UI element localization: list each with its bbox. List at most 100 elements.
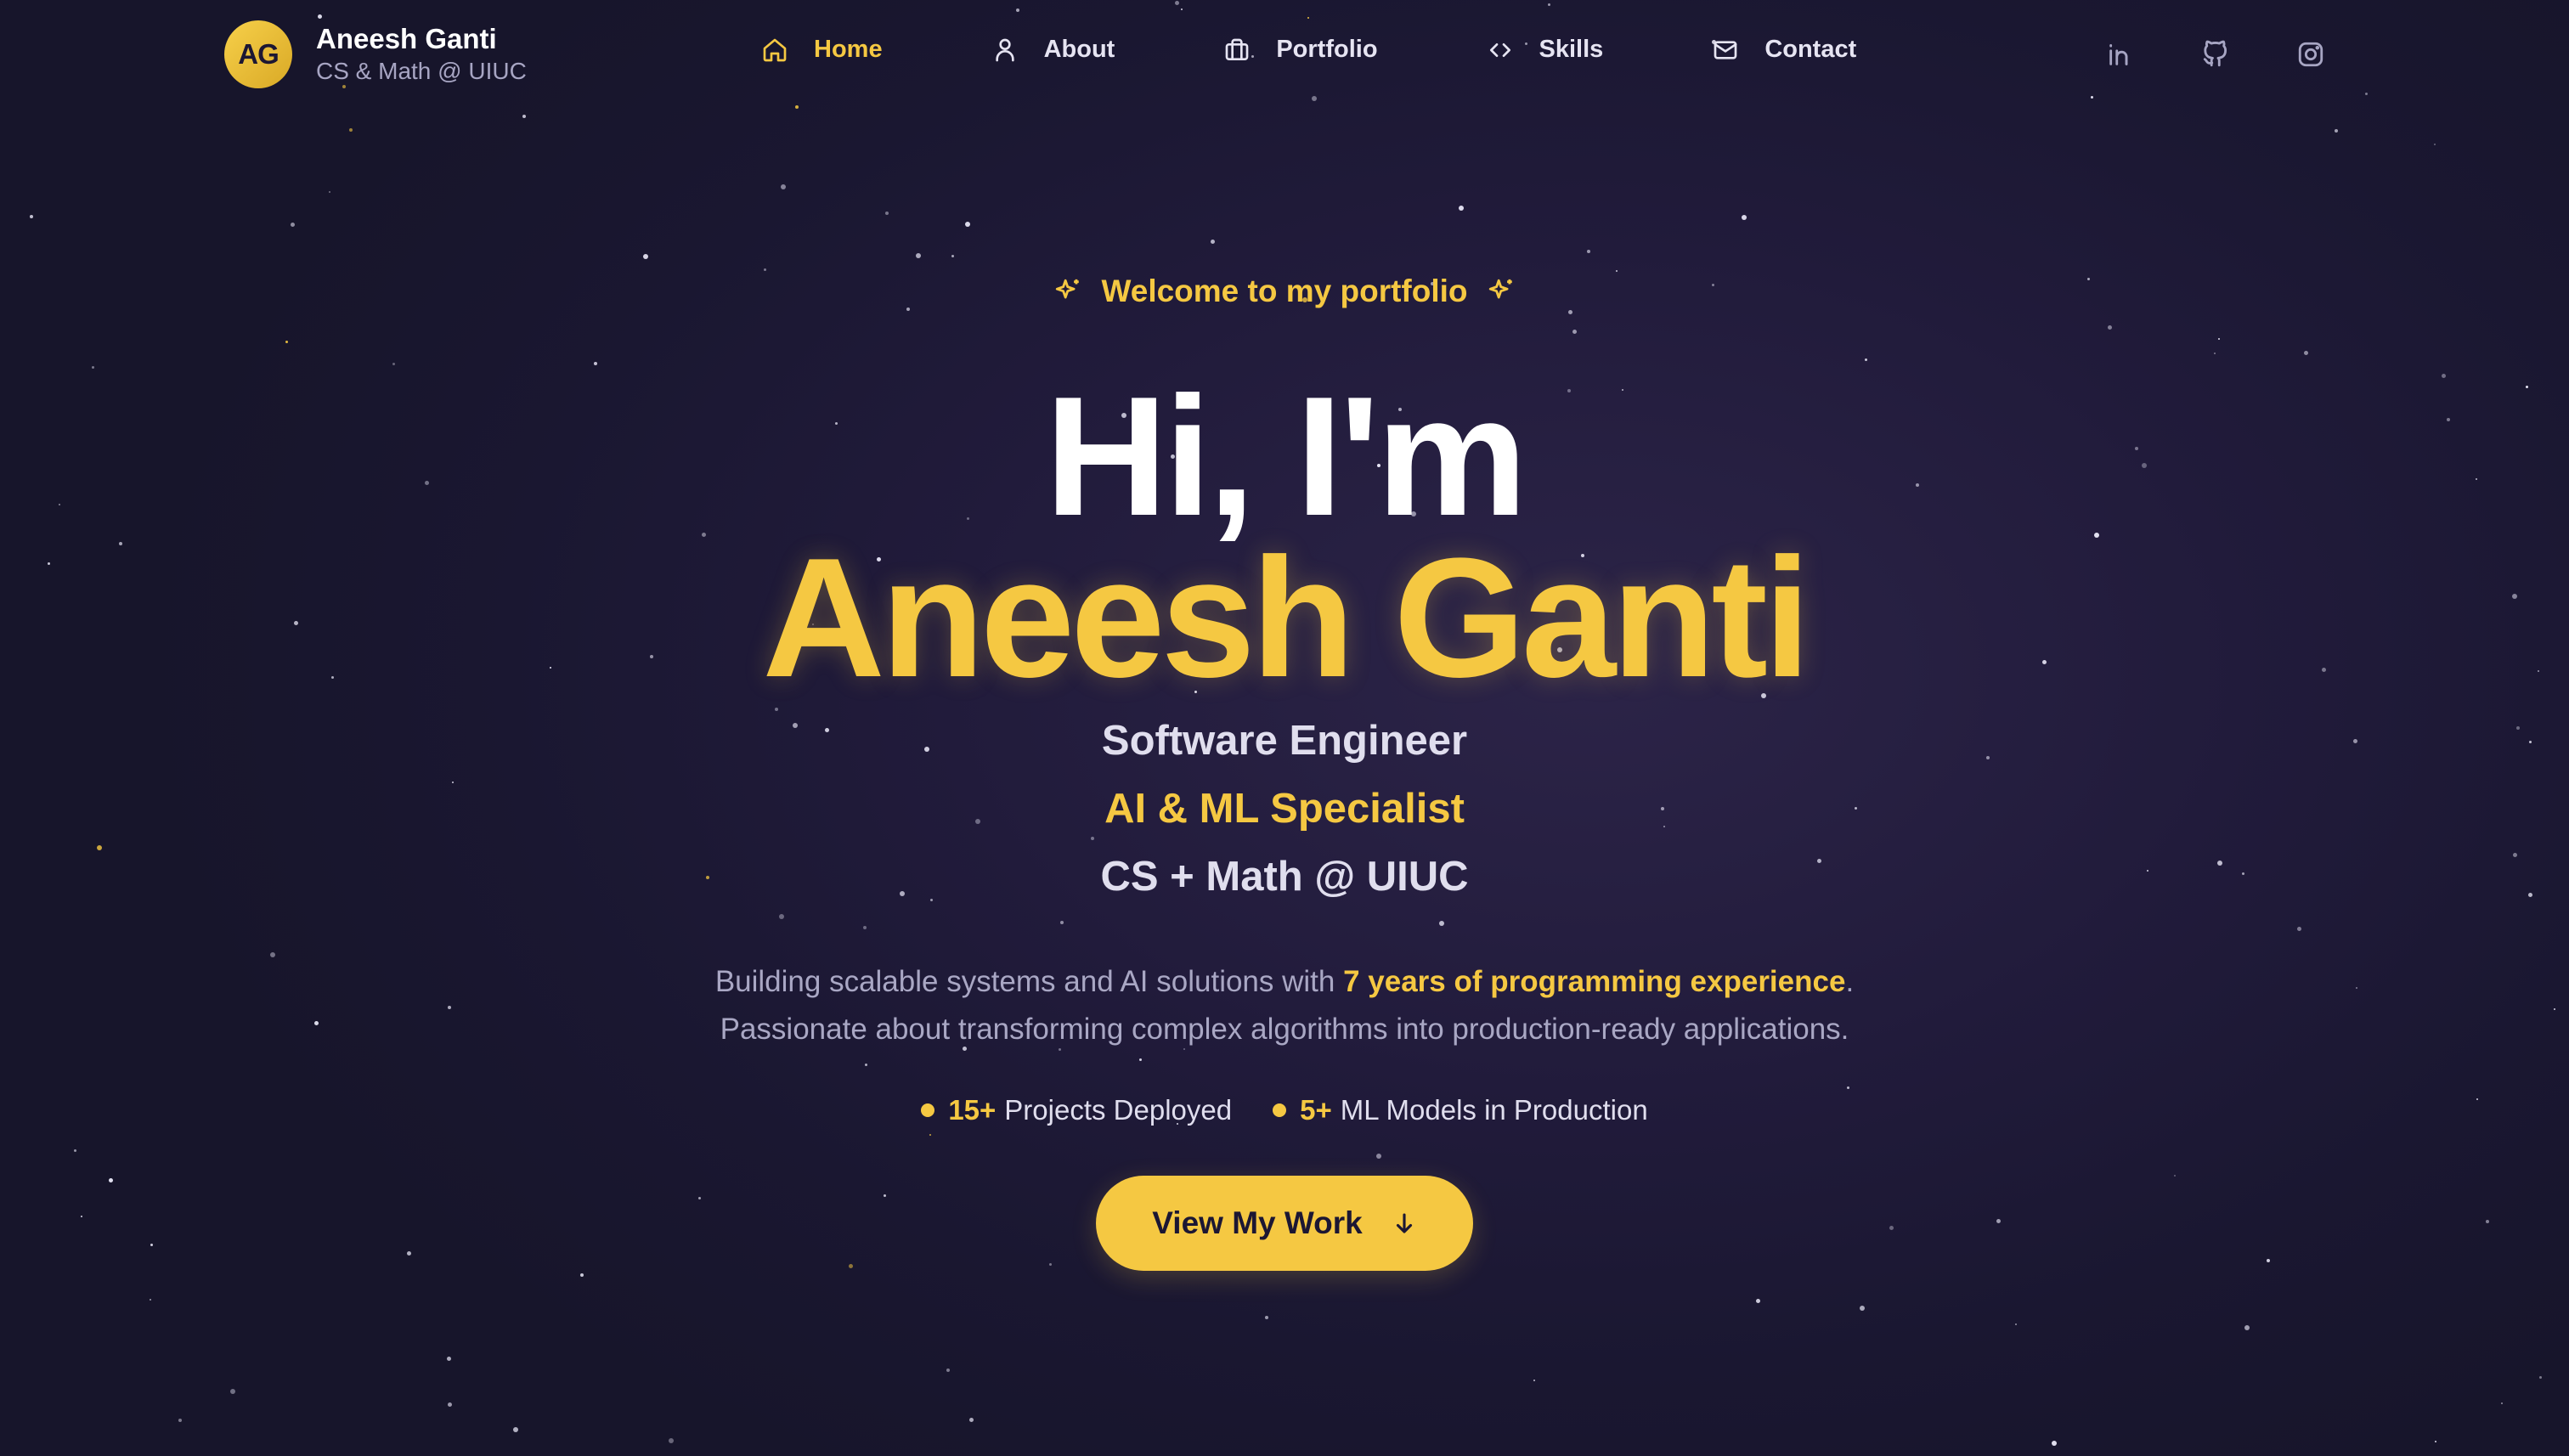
star-dot <box>329 191 330 193</box>
star-dot <box>2434 144 2436 145</box>
star-dot <box>2218 338 2220 340</box>
brand-subtitle: CS & Math @ UIUC <box>316 58 527 84</box>
star-dot <box>230 1389 235 1394</box>
nav-item-portfolio[interactable]: Portfolio <box>1223 36 1378 64</box>
star-dot <box>291 223 295 227</box>
star-dot <box>1049 1263 1052 1266</box>
stat-number: 15+ <box>948 1094 997 1126</box>
star-dot <box>863 926 867 929</box>
star-dot <box>2435 1441 2436 1442</box>
star-dot <box>1865 358 1867 361</box>
mail-icon <box>1712 37 1739 64</box>
avatar: AG <box>224 20 292 88</box>
star-dot <box>2335 129 2338 133</box>
star-dot <box>1756 1299 1760 1303</box>
home-icon <box>761 37 788 64</box>
star-dot <box>513 1427 518 1432</box>
star-dot <box>929 1134 931 1136</box>
star-dot <box>97 845 102 850</box>
star-dot <box>2214 353 2216 354</box>
stat-ml-models: 5+ ML Models in Production <box>1273 1094 1648 1126</box>
star-dot <box>2486 1220 2489 1223</box>
brand-name: Aneesh Ganti <box>316 23 497 54</box>
navbar: AG Aneesh Ganti CS & Math @ UIUC Home Ab… <box>0 0 2569 109</box>
nav-label-home: Home <box>814 36 883 63</box>
nav-label-contact: Contact <box>1764 36 1857 63</box>
star-dot <box>1091 837 1094 840</box>
star-dot <box>447 1357 451 1361</box>
description-text: Building scalable systems and AI solutio… <box>714 965 1344 998</box>
nav-links: Home About Portfolio Skills Contact <box>761 36 1856 64</box>
star-dot <box>1572 330 1577 334</box>
stat-number: 5+ <box>1300 1094 1332 1126</box>
star-dot <box>1139 1058 1142 1061</box>
star-dot <box>2539 1376 2542 1379</box>
star-dot <box>669 1438 674 1443</box>
sparkle-icon <box>1488 279 1512 299</box>
star-dot <box>643 254 648 259</box>
star-dot <box>2244 1325 2250 1330</box>
star-dot <box>885 212 889 215</box>
star-dot <box>849 1264 853 1268</box>
star-dot <box>884 1194 886 1197</box>
star-dot <box>2108 325 2112 330</box>
hero-description-line2: Passionate about transforming complex al… <box>720 1013 1849 1046</box>
welcome-text: Welcome to my portfolio <box>1101 274 1468 308</box>
hero-greeting: Hi, I'm <box>1044 362 1527 551</box>
star-dot <box>109 1178 113 1182</box>
star-dot <box>1587 250 1590 253</box>
nav-item-contact[interactable]: Contact <box>1712 36 1856 64</box>
star-dot <box>1847 1086 1849 1089</box>
role-software-engineer: Software Engineer <box>1101 718 1468 764</box>
star-dot <box>951 255 954 257</box>
instagram-icon[interactable] <box>2295 39 2326 70</box>
hero-description-line1: Building scalable systems and AI solutio… <box>0 958 2569 1006</box>
description-text: . <box>1845 965 1855 998</box>
stat-label: Projects Deployed <box>1004 1094 1233 1126</box>
star-dot <box>74 1149 76 1152</box>
star-dot <box>1459 206 1464 211</box>
star-dot <box>1533 1380 1535 1381</box>
role-cs-math: CS + Math @ UIUC <box>1100 854 1469 900</box>
star-dot <box>81 1216 82 1217</box>
code-icon <box>1487 37 1514 64</box>
hero-name: Aneesh Ganti <box>762 523 1810 713</box>
star-dot <box>1616 270 1618 272</box>
star-dot <box>2501 1402 2503 1404</box>
star-dot <box>1265 1316 1268 1319</box>
star-dot <box>150 1299 151 1301</box>
view-my-work-button[interactable]: View My Work <box>1096 1176 1473 1271</box>
github-icon[interactable] <box>2200 39 2231 70</box>
star-dot <box>285 341 288 343</box>
star-dot <box>349 128 353 132</box>
star-dot <box>2015 1323 2017 1325</box>
nav-label-skills: Skills <box>1539 36 1604 63</box>
star-dot <box>270 952 275 957</box>
star-dot <box>1211 240 1215 244</box>
star-dot <box>781 184 786 189</box>
star-dot <box>965 222 970 227</box>
star-dot <box>150 1244 153 1246</box>
star-dot <box>1889 1226 1894 1230</box>
linkedin-icon[interactable] <box>2105 39 2136 70</box>
star-dot <box>1742 215 1747 220</box>
nav-item-home[interactable]: Home <box>761 36 883 64</box>
star-dot <box>2304 351 2308 355</box>
nav-label-portfolio: Portfolio <box>1276 36 1378 63</box>
user-icon <box>991 37 1019 64</box>
nav-item-about[interactable]: About <box>991 36 1115 64</box>
star-dot <box>2267 1259 2270 1262</box>
stat-projects: 15+ Projects Deployed <box>921 1094 1232 1126</box>
experience-highlight: 7 years of programming experience <box>1343 965 1846 998</box>
brand-text: Aneesh Ganti CS & Math @ UIUC <box>316 22 527 87</box>
star-dot <box>178 1419 182 1422</box>
star-dot <box>916 253 921 258</box>
nav-item-skills[interactable]: Skills <box>1487 36 1604 64</box>
star-dot <box>1996 1219 2001 1223</box>
sparkle-icon <box>1056 279 1080 299</box>
star-dot <box>1439 921 1444 926</box>
star-dot <box>1376 1154 1381 1159</box>
bullet-dot <box>1273 1103 1287 1117</box>
welcome-tagline: Welcome to my portfolio <box>0 274 2569 309</box>
brand[interactable]: AG Aneesh Ganti CS & Math @ UIUC <box>224 20 527 88</box>
